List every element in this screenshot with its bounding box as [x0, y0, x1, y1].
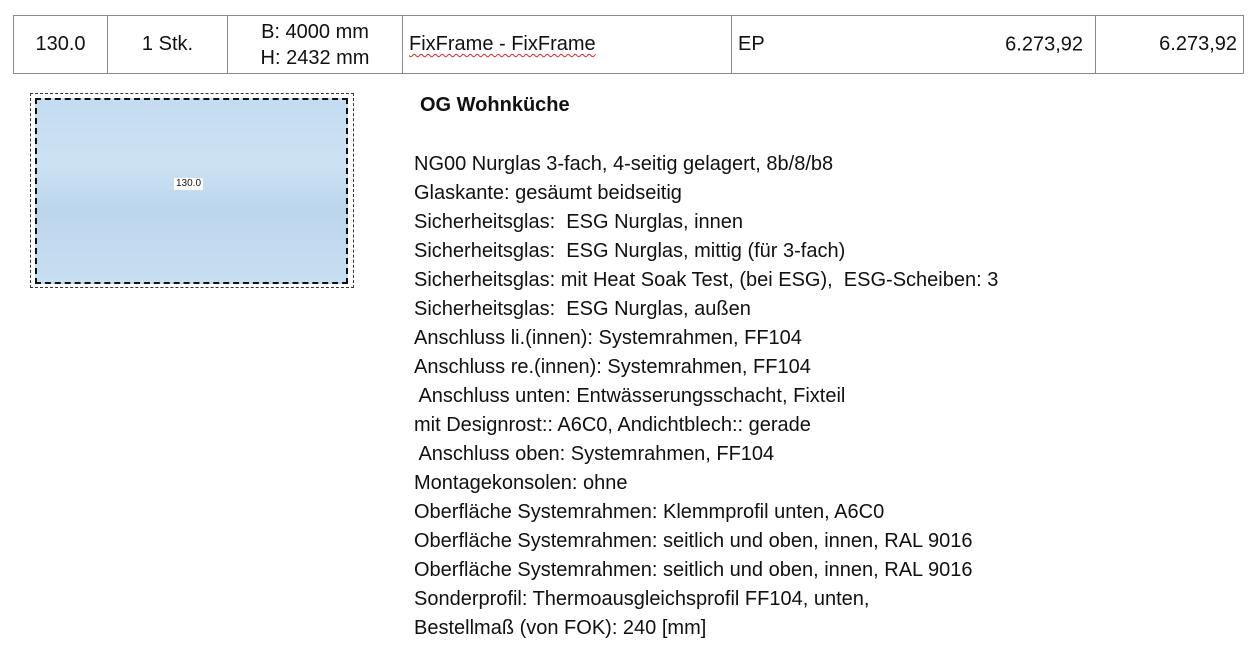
product-description: FixFrame - FixFrame: [409, 33, 596, 55]
spec-line: Anschluss unten: Entwässerungsschacht, F…: [414, 385, 846, 407]
spec-line: Sicherheitsglas: mit Heat Soak Test, (be…: [414, 269, 999, 291]
spec-line: Oberfläche Systemrahmen: seitlich und ob…: [414, 559, 973, 581]
spec-line: Anschluss oben: Systemrahmen, FF104: [414, 443, 775, 465]
spec-line: Oberfläche Systemrahmen: seitlich und ob…: [414, 530, 973, 552]
unit-price: 6.273,92: [1005, 33, 1083, 55]
spec-line: Sicherheitsglas: ESG Nurglas, mittig (fü…: [414, 240, 846, 262]
room-title: OG Wohnküche: [420, 94, 570, 116]
position-number: 130.0: [13, 15, 108, 74]
spec-line: Montagekonsolen: ohne: [414, 472, 628, 494]
spec-line: Bestellmaß (von FOK): 240 [mm]: [414, 617, 707, 639]
description-cell: FixFrame - FixFrame: [402, 15, 732, 74]
unit-price-cell: EP 6.273,92: [731, 15, 1096, 74]
spec-line: Sicherheitsglas: ESG Nurglas, außen: [414, 298, 751, 320]
spec-list: NG00 Nurglas 3-fach, 4-seitig gelagert, …: [414, 150, 998, 643]
quantity-cell: 1 Stk.: [107, 15, 228, 74]
price-type: EP: [738, 33, 765, 55]
spec-line: mit Designrost:: A6C0, Andichtblech:: ge…: [414, 414, 811, 436]
total-price: 6.273,92: [1095, 15, 1244, 74]
spec-line: Sicherheitsglas: ESG Nurglas, innen: [414, 211, 744, 233]
spec-line: NG00 Nurglas 3-fach, 4-seitig gelagert, …: [414, 153, 834, 175]
glass-pane-preview: [35, 98, 348, 284]
height-value: H: 2432 mm: [260, 46, 370, 69]
spec-line: Glaskante: gesäumt beidseitig: [414, 182, 682, 204]
spec-line: Sonderprofil: Thermoausgleichsprofil FF1…: [414, 588, 887, 610]
dimensions-cell: B: 4000 mm H: 2432 mm: [227, 15, 403, 74]
glass-pane-label: 130.0: [174, 178, 204, 190]
position-row: 130.0 1 Stk. B: 4000 mm H: 2432 mm FixFr…: [13, 15, 1244, 74]
spec-line: Oberfläche Systemrahmen: Klemmprofil unt…: [414, 501, 885, 523]
width-value: B: 4000 mm: [261, 20, 369, 43]
spec-line: Anschluss li.(innen): Systemrahmen, FF10…: [414, 327, 802, 349]
spec-line: Anschluss re.(innen): Systemrahmen, FF10…: [414, 356, 811, 378]
